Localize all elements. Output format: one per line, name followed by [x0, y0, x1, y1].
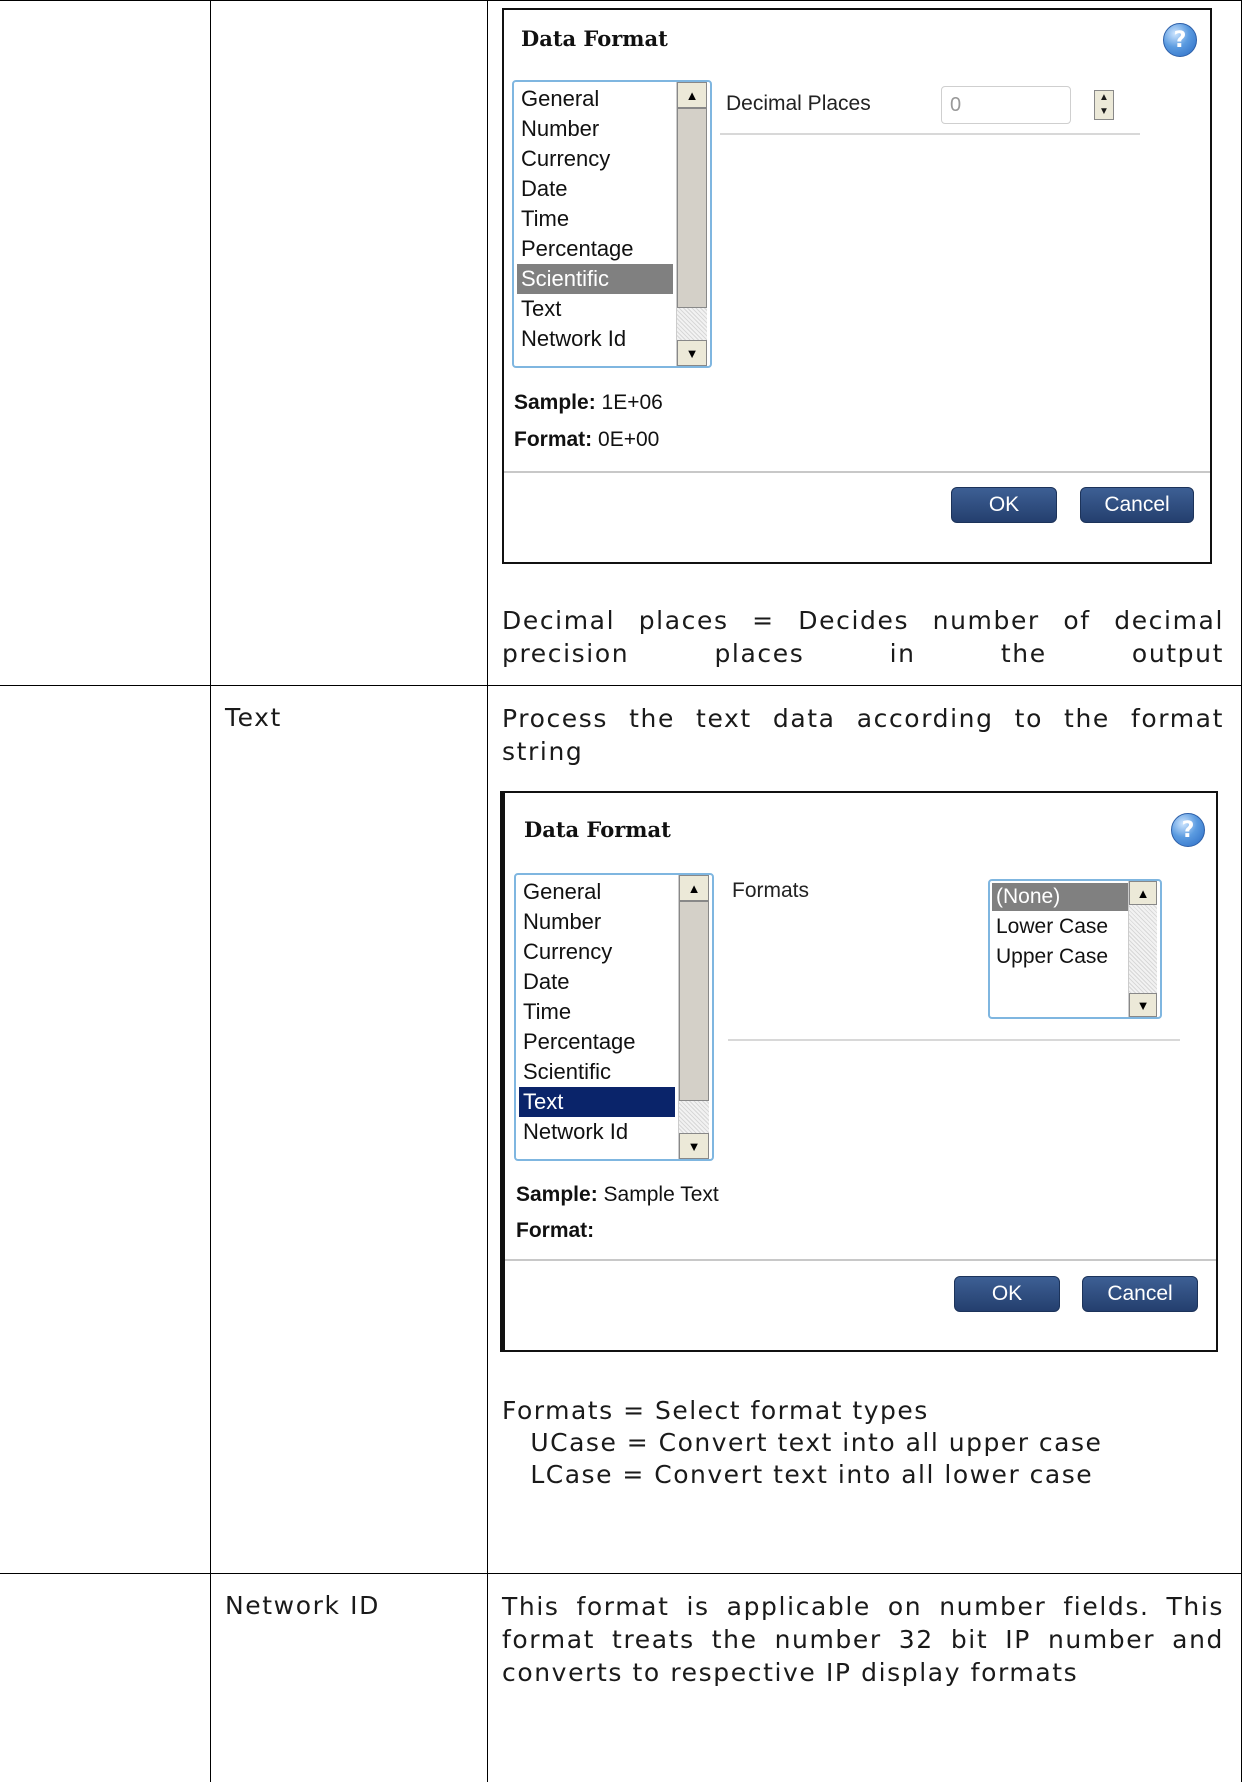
format-label: Format:	[514, 428, 593, 451]
row-divider	[0, 1573, 1242, 1574]
dialog-title: Data Format	[521, 26, 668, 51]
decimal-places-label: Decimal Places	[726, 92, 871, 115]
format-name-text: Text	[225, 703, 282, 732]
decimal-places-input[interactable]: 0	[941, 86, 1071, 124]
list-item[interactable]: Upper Case	[992, 943, 1130, 971]
list-item[interactable]: Network Id	[517, 324, 673, 354]
decimal-places-stepper[interactable]: ▲ ▼	[1094, 90, 1114, 120]
column-divider	[487, 0, 488, 1782]
scroll-down-icon[interactable]: ▼	[1129, 993, 1157, 1017]
list-item[interactable]: Time	[517, 204, 673, 234]
scroll-thumb[interactable]	[677, 108, 707, 308]
ok-button[interactable]: OK	[951, 487, 1057, 523]
list-item[interactable]: Lower Case	[992, 913, 1130, 941]
scroll-up-icon[interactable]: ▲	[1129, 881, 1157, 905]
scroll-up-icon[interactable]: ▲	[677, 82, 707, 108]
note-line: LCase = Convert text into all lower case	[502, 1460, 1094, 1489]
format-type-list[interactable]: General Number Currency Date Time Percen…	[514, 873, 714, 1161]
network-id-description: This format is applicable on number fiel…	[502, 1592, 1224, 1687]
list-item[interactable]: Scientific	[519, 1057, 675, 1087]
list-item[interactable]: Number	[517, 114, 673, 144]
list-scrollbar[interactable]: ▲ ▼	[678, 875, 709, 1159]
list-item[interactable]: Date	[519, 967, 675, 997]
list-scrollbar[interactable]: ▲ ▼	[1128, 881, 1157, 1017]
format-name-network-id: Network ID	[225, 1591, 380, 1620]
list-item[interactable]: Number	[519, 907, 675, 937]
note-line: UCase = Convert text into all upper case	[502, 1428, 1103, 1457]
separator	[728, 1039, 1180, 1041]
format-row: Format:	[516, 1219, 594, 1243]
decimal-places-description: Decimal places = Decides number of decim…	[502, 606, 1224, 668]
list-scrollbar[interactable]: ▲ ▼	[676, 82, 707, 366]
formats-label: Formats	[732, 879, 810, 902]
sample-row: Sample: 1E+06	[514, 391, 663, 415]
column-divider	[210, 0, 211, 1782]
sample-row: Sample: Sample Text	[516, 1183, 719, 1207]
format-label: Format:	[516, 1219, 595, 1242]
list-item[interactable]: Currency	[517, 144, 673, 174]
list-item[interactable]: Percentage	[519, 1027, 675, 1057]
row-divider	[0, 685, 1242, 686]
format-type-list[interactable]: General Number Currency Date Time Percen…	[512, 80, 712, 368]
list-item-selected[interactable]: (None)	[992, 883, 1130, 911]
sample-label: Sample:	[516, 1183, 598, 1206]
data-format-dialog-scientific: Data Format ? General Number Currency Da…	[502, 8, 1212, 564]
note-line: Formats = Select format types	[502, 1396, 929, 1425]
list-item[interactable]: General	[517, 84, 673, 114]
list-item[interactable]: Time	[519, 997, 675, 1027]
scroll-up-icon[interactable]: ▲	[679, 875, 709, 901]
list-item[interactable]: Percentage	[517, 234, 673, 264]
scroll-down-icon[interactable]: ▼	[679, 1133, 709, 1159]
cancel-button[interactable]: Cancel	[1082, 1276, 1198, 1312]
ok-button[interactable]: OK	[954, 1276, 1060, 1312]
list-item[interactable]: Text	[517, 294, 673, 324]
sample-value: 1E+06	[601, 391, 663, 414]
separator	[504, 471, 1210, 473]
format-row: Format: 0E+00	[514, 428, 659, 452]
formats-list[interactable]: (None) Lower Case Upper Case ▲ ▼	[988, 879, 1162, 1019]
question-mark-icon[interactable]: ?	[1163, 23, 1197, 57]
sample-value: Sample Text	[603, 1183, 719, 1206]
format-value: 0E+00	[598, 428, 660, 451]
list-item[interactable]: Currency	[519, 937, 675, 967]
cancel-button[interactable]: Cancel	[1080, 487, 1194, 523]
list-item[interactable]: Network Id	[519, 1117, 675, 1147]
text-format-description: Process the text data according to the f…	[502, 704, 1224, 766]
scroll-down-icon[interactable]: ▼	[677, 340, 707, 366]
list-item-selected[interactable]: Scientific	[517, 264, 673, 294]
separator	[505, 1259, 1216, 1261]
list-item[interactable]: General	[519, 877, 675, 907]
data-format-dialog-text: Data Format ? General Number Currency Da…	[500, 791, 1218, 1352]
list-item[interactable]: Date	[517, 174, 673, 204]
separator	[720, 133, 1140, 135]
scroll-thumb[interactable]	[679, 901, 709, 1101]
sample-label: Sample:	[514, 391, 596, 414]
dialog-title: Data Format	[524, 817, 671, 842]
table-border-top	[0, 0, 1242, 1]
question-mark-icon[interactable]: ?	[1171, 813, 1205, 847]
list-item-selected[interactable]: Text	[519, 1087, 675, 1117]
